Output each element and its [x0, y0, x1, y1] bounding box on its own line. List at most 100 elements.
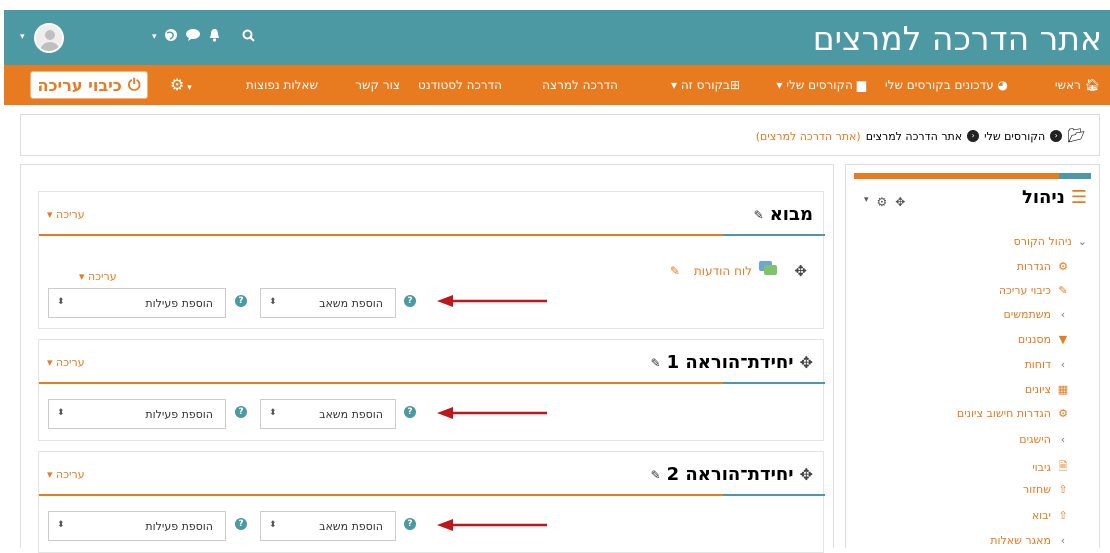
nav-student-guide[interactable]: הדרכה לסטודנט — [418, 78, 502, 92]
section-divider-accent — [723, 382, 825, 384]
move-icon[interactable]: ✥ — [800, 465, 813, 484]
edit-off-label: כיבוי עריכה — [37, 75, 122, 95]
section-divider-accent — [723, 234, 825, 236]
add-resource-select[interactable]: הוספת משאב ⬍ — [260, 511, 396, 541]
settings-gear-icon[interactable]: ⚙ ▾ — [170, 75, 192, 94]
dropdown-caret-icon[interactable]: ▾ — [152, 32, 157, 42]
sidebar-course-admin-label: ניהול הקורס — [1013, 235, 1072, 248]
nav-this-course[interactable]: ⊞בקורס זה ▾ — [671, 78, 740, 92]
header-icons: ▾ — [152, 28, 255, 46]
sidebar-item-import[interactable]: ⇧ יבוא — [1032, 509, 1069, 522]
move-icon[interactable]: ✥ — [895, 195, 905, 209]
pencil-icon[interactable]: ✎ — [651, 468, 661, 482]
nav-lecturer-guide[interactable]: הדרכה למרצה — [542, 78, 618, 92]
section-edit-menu[interactable]: עריכה ▾ — [47, 356, 85, 369]
sidebar-item-backup[interactable]: 🗎︎ גיבוי — [1032, 458, 1069, 477]
globe-icon[interactable] — [164, 28, 178, 46]
sidebar-item-restore[interactable]: ⇧ שחזור — [1023, 483, 1069, 496]
sidebar-course-admin[interactable]: ⌄ ניהול הקורס — [1014, 235, 1087, 248]
chevron-left-circle-icon: ‹ — [1050, 130, 1063, 142]
block-title-text: ניהול — [1021, 187, 1065, 208]
home-icon: 🏠︎ — [1084, 78, 1100, 92]
messages-icon[interactable] — [185, 28, 201, 46]
help-icon[interactable]: ? — [235, 295, 247, 307]
chevron-down-icon[interactable]: ▾ — [864, 195, 869, 209]
chevron-left-icon: › — [1060, 308, 1066, 321]
add-resource-select[interactable]: הוספת משאב ⬍ — [260, 399, 396, 429]
help-icon[interactable]: ? — [404, 295, 416, 307]
table-icon: ▦ — [1057, 383, 1069, 396]
breadcrumb-bar: 📂︎ ‹ הקורסים שלי ‹ אתר הדרכה למרצים (אתר… — [20, 114, 1100, 156]
section-edit-menu[interactable]: עריכה ▾ — [47, 208, 85, 221]
help-icon[interactable]: ? — [235, 406, 247, 418]
sidebar-item-label: הגדרות חישוב ציונים — [956, 407, 1051, 420]
nav-home-label: ראשי — [1054, 78, 1081, 92]
nav-course-updates-label: עדכונים בקורסים שלי — [884, 78, 994, 92]
block-title: ☰ ניהול — [1022, 187, 1087, 208]
help-icon[interactable]: ? — [404, 406, 416, 418]
nav-my-courses-label: הקורסים שלי — [786, 78, 853, 92]
add-activity-select[interactable]: הוספת פעילות ⬍ — [48, 288, 226, 318]
select-arrows-icon: ⬍ — [57, 408, 65, 418]
breadcrumb-my-courses[interactable]: הקורסים שלי — [984, 130, 1045, 143]
help-icon[interactable]: ? — [235, 518, 247, 530]
edit-label: עריכה — [56, 468, 85, 481]
red-arrow-annotation — [437, 519, 547, 531]
file-icon: 🗎︎ — [1058, 460, 1068, 473]
nav-contact[interactable]: צור קשר — [355, 78, 400, 92]
section-title-text[interactable]: מבוא — [770, 204, 813, 225]
main-navigation: 🏠︎ ראשי ◕ עדכונים בקורסים שלי ▆ הקורסים … — [4, 65, 1110, 105]
sidebar-item-badges[interactable]: › הישגים — [1019, 433, 1069, 446]
gear-icon: ⚙ — [1058, 407, 1068, 420]
sidebar-item-users[interactable]: › משתמשים — [1003, 308, 1069, 321]
gear-icon: ⚙ — [1058, 260, 1068, 273]
sidebar-item-grades[interactable]: ▦ ציונים — [1025, 383, 1069, 396]
notifications-bell-icon[interactable] — [208, 28, 221, 46]
sidebar-item-label: גיבוי — [1032, 461, 1051, 474]
nav-my-courses[interactable]: ▆ הקורסים שלי ▾ — [776, 78, 866, 92]
course-content: מבוא ✎ עריכה ▾ ✥ לוח הודעות ✎ עריכה ▾ הו… — [20, 164, 834, 553]
pencil-icon[interactable]: ✎ — [754, 208, 764, 222]
add-activity-select[interactable]: הוספת פעילות ⬍ — [48, 511, 226, 541]
add-activity-label: הוספת פעילות — [145, 407, 213, 421]
nav-course-updates[interactable]: ◕ עדכונים בקורסים שלי — [885, 78, 1008, 92]
pencil-icon[interactable]: ✎ — [651, 356, 661, 370]
nav-home[interactable]: 🏠︎ ראשי — [1055, 78, 1100, 92]
chevron-down-icon: ▾ — [670, 78, 678, 92]
gear-icon[interactable]: ⚙ — [877, 195, 888, 209]
sidebar-item-label: הגדרות — [1016, 260, 1051, 273]
section-title-text[interactable]: יחידת־הוראה 2 — [667, 464, 794, 485]
sidebar-item-edit-off[interactable]: ✎ כיבוי עריכה — [999, 284, 1069, 297]
forum-link[interactable]: לוח הודעות — [694, 264, 752, 278]
edit-off-button[interactable]: ⏻ כיבוי עריכה — [30, 71, 148, 99]
move-icon[interactable]: ✥ — [794, 262, 807, 280]
nav-this-course-label: בקורס זה — [680, 78, 730, 92]
activity-edit-menu[interactable]: עריכה ▾ — [79, 270, 117, 283]
select-arrows-icon: ⬍ — [57, 297, 65, 307]
pencil-icon: ✎ — [1058, 284, 1068, 297]
section-title-text[interactable]: יחידת־הוראה 1 — [667, 352, 794, 373]
sidebar-item-reports[interactable]: › דוחות — [1025, 358, 1069, 371]
sidebar-item-question-bank[interactable]: › מאגר שאלות — [990, 534, 1069, 547]
sidebar-item-label: הישגים — [1019, 433, 1051, 446]
sidebar-item-grade-settings[interactable]: ⚙ הגדרות חישוב ציונים — [957, 407, 1069, 420]
power-icon: ⏻ — [127, 75, 141, 94]
user-avatar[interactable] — [34, 23, 64, 53]
help-icon[interactable]: ? — [404, 518, 416, 530]
section-edit-menu[interactable]: עריכה ▾ — [47, 468, 85, 481]
add-activity-select[interactable]: הוספת פעילות ⬍ — [48, 399, 226, 429]
search-icon[interactable] — [242, 29, 255, 46]
select-arrows-icon: ⬍ — [57, 520, 65, 530]
site-title[interactable]: אתר הדרכה למרצים — [813, 20, 1102, 58]
move-icon[interactable]: ✥ — [800, 353, 813, 372]
nav-faq[interactable]: שאלות נפוצות — [246, 78, 318, 92]
sidebar-item-settings[interactable]: ⚙ הגדרות — [1017, 260, 1069, 273]
forum-icon — [758, 260, 778, 281]
breadcrumb-course[interactable]: אתר הדרכה למרצים — [866, 130, 962, 143]
add-resource-select[interactable]: הוספת משאב ⬍ — [260, 288, 396, 318]
user-menu-caret-icon[interactable]: ▾ — [20, 32, 25, 42]
pencil-icon[interactable]: ✎ — [670, 264, 680, 278]
breadcrumb-course-shortname[interactable]: (אתר הדרכה למרצים) — [756, 130, 861, 143]
edit-label: עריכה — [56, 356, 85, 369]
sidebar-item-filters[interactable]: ▼ מסננים — [1018, 333, 1069, 346]
